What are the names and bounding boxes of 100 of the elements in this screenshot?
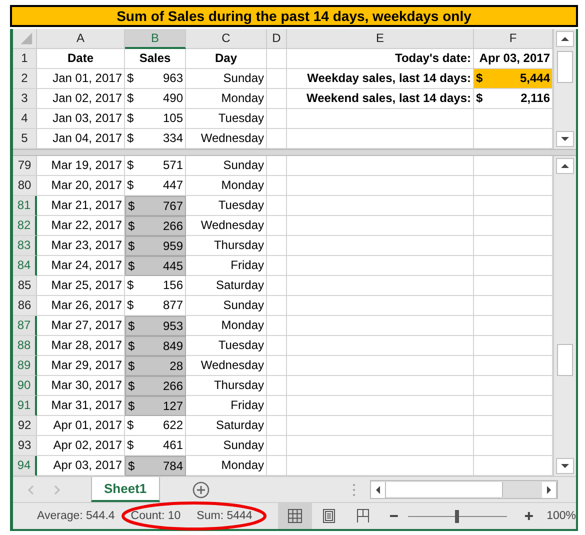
add-sheet-icon[interactable] <box>192 480 210 498</box>
table-cell: Tuesday <box>186 109 267 129</box>
empty-cell <box>267 316 287 336</box>
column-header[interactable]: F <box>474 29 553 49</box>
table-cell: Sunday <box>186 156 267 176</box>
table-cell: Monday <box>186 316 267 336</box>
empty-cell <box>267 396 287 416</box>
column-header[interactable]: B <box>125 29 186 49</box>
table-cell: Mar 26, 2017 <box>37 296 125 316</box>
zoom-in-icon[interactable] <box>522 510 535 522</box>
column-header[interactable]: E <box>287 29 474 49</box>
table-cell: Apr 02, 2017 <box>37 436 125 456</box>
table-cell: Thursday <box>186 236 267 256</box>
table-cell: $ 490 <box>125 89 186 109</box>
splitter-handle-icon[interactable] <box>352 482 356 496</box>
empty-cell <box>267 376 287 396</box>
column-header[interactable]: C <box>186 29 267 49</box>
empty-cell <box>267 236 287 256</box>
table-cell: $ 571 <box>125 156 186 176</box>
row-header[interactable]: 94 <box>13 456 37 476</box>
column-header[interactable]: A <box>37 29 125 49</box>
column-heading: Date <box>37 49 125 69</box>
empty-cell <box>267 256 287 276</box>
row-header[interactable]: 89 <box>13 356 37 376</box>
column-heading: Day <box>186 49 267 69</box>
empty-cell <box>267 276 287 296</box>
scroll-up-icon[interactable] <box>556 31 574 47</box>
scroll-down-icon[interactable] <box>556 458 574 474</box>
table-cell: $ 266 <box>125 216 186 236</box>
table-cell: Wednesday <box>186 216 267 236</box>
horizontal-scrollbar[interactable] <box>370 480 558 499</box>
table-cell: Monday <box>186 89 267 109</box>
sheet-tab[interactable]: Sheet1 <box>91 477 160 502</box>
row-header[interactable]: 81 <box>13 196 37 216</box>
table-cell: Jan 01, 2017 <box>37 69 125 89</box>
scroll-up-icon[interactable] <box>556 158 574 174</box>
table-cell: Monday <box>186 176 267 196</box>
label-cell: Today's date: <box>287 49 474 69</box>
empty-cell <box>267 196 287 216</box>
table-cell: Mar 20, 2017 <box>37 176 125 196</box>
row-header[interactable]: 85 <box>13 276 37 296</box>
table-cell: Saturday <box>186 416 267 436</box>
empty-cell <box>267 109 287 129</box>
column-header[interactable]: D <box>267 29 287 49</box>
table-cell: $ 622 <box>125 416 186 436</box>
scroll-left-icon[interactable] <box>371 482 386 498</box>
table-cell: Friday <box>186 256 267 276</box>
row-header[interactable]: 1 <box>13 49 37 69</box>
row-header[interactable]: 3 <box>13 89 37 109</box>
row-header[interactable]: 92 <box>13 416 37 436</box>
table-cell: Sunday <box>186 436 267 456</box>
vertical-scrollbar[interactable] <box>553 29 576 149</box>
table-cell: $ 959 <box>125 236 186 256</box>
table-cell: Jan 03, 2017 <box>37 109 125 129</box>
row-header[interactable]: 90 <box>13 376 37 396</box>
table-cell: Tuesday <box>186 336 267 356</box>
sum-readout: Sum: 5444 <box>196 510 252 522</box>
empty-cell <box>267 356 287 376</box>
empty-cell <box>267 436 287 456</box>
scroll-thumb[interactable] <box>557 344 573 376</box>
zoom-level[interactable]: 100% <box>546 510 576 522</box>
row-header[interactable]: 91 <box>13 396 37 416</box>
scroll-right-icon[interactable] <box>542 482 557 498</box>
scroll-down-icon[interactable] <box>556 131 574 147</box>
empty-cell <box>267 89 287 109</box>
row-header[interactable]: 88 <box>13 336 37 356</box>
row-header[interactable]: 86 <box>13 296 37 316</box>
row-header[interactable]: 4 <box>13 109 37 129</box>
row-header[interactable]: 2 <box>13 69 37 89</box>
table-cell: Friday <box>186 396 267 416</box>
row-header[interactable]: 5 <box>13 129 37 149</box>
vertical-scrollbar[interactable] <box>553 156 576 476</box>
empty-cell <box>267 216 287 236</box>
table-cell: Wednesday <box>186 356 267 376</box>
table-cell: $ 445 <box>125 256 186 276</box>
empty-cell <box>267 176 287 196</box>
table-cell: $ 767 <box>125 196 186 216</box>
table-cell: $ 127 <box>125 396 186 416</box>
table-cell: $ 963 <box>125 69 186 89</box>
row-header[interactable]: 79 <box>13 156 37 176</box>
average-readout: Average: 544.4 <box>37 510 115 522</box>
empty-cell <box>267 69 287 89</box>
table-cell: Saturday <box>186 276 267 296</box>
scroll-thumb[interactable] <box>386 482 503 497</box>
label-cell: Weekend sales, last 14 days: <box>287 89 474 109</box>
scroll-thumb[interactable] <box>557 51 573 83</box>
table-cell: Sunday <box>186 296 267 316</box>
table-cell: $ 266 <box>125 376 186 396</box>
table-cell: Apr 01, 2017 <box>37 416 125 436</box>
row-header[interactable]: 84 <box>13 256 37 276</box>
row-header[interactable]: 83 <box>13 236 37 256</box>
normal-view-icon[interactable] <box>278 503 312 529</box>
table-cell: Mar 25, 2017 <box>37 276 125 296</box>
row-header[interactable]: 93 <box>13 436 37 456</box>
row-header[interactable]: 87 <box>13 316 37 336</box>
row-header[interactable]: 82 <box>13 216 37 236</box>
row-header[interactable]: 80 <box>13 176 37 196</box>
table-cell: $ 849 <box>125 336 186 356</box>
table-cell: Jan 02, 2017 <box>37 89 125 109</box>
empty-cell <box>267 156 287 176</box>
